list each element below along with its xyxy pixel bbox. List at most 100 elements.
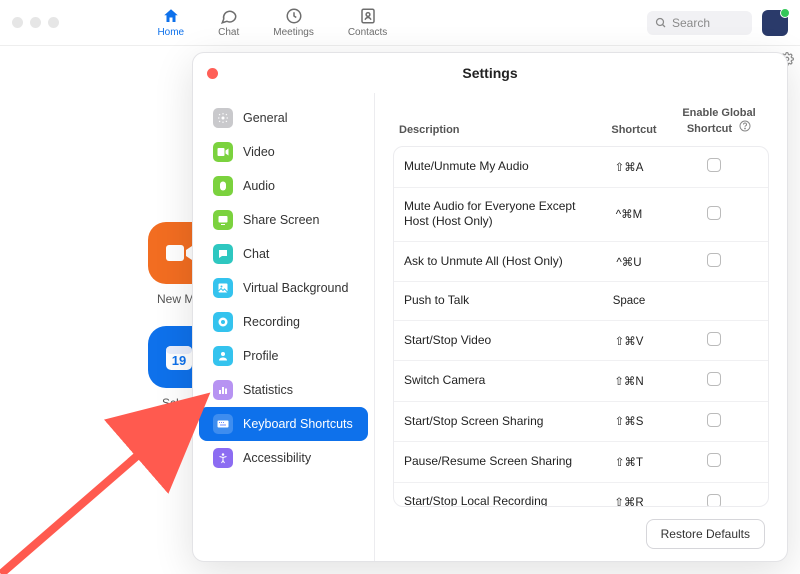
modal-title: Settings xyxy=(193,65,787,81)
sidebar-item-a11y[interactable]: Accessibility xyxy=(199,441,368,475)
sidebar-item-audio[interactable]: Audio xyxy=(199,169,368,203)
shortcut-description: Switch Camera xyxy=(404,373,588,389)
restore-defaults-button[interactable]: Restore Defaults xyxy=(646,519,765,549)
shortcut-enable-cell xyxy=(670,332,758,349)
shortcut-description: Push to Talk xyxy=(404,293,588,309)
shortcut-keys[interactable]: ⇧⌘R xyxy=(588,495,670,507)
app-titlebar: Home Chat Meetings Contacts Search xyxy=(0,0,800,46)
shortcut-keys[interactable]: ^⌘U xyxy=(588,255,670,269)
sidebar-item-profile[interactable]: Profile xyxy=(199,339,368,373)
nav-tab-meetings[interactable]: Meetings xyxy=(273,7,314,38)
sidebar-item-stats[interactable]: Statistics xyxy=(199,373,368,407)
stats-icon xyxy=(213,380,233,400)
window-controls xyxy=(12,17,59,28)
sidebar-item-label: Share Screen xyxy=(243,213,319,227)
sidebar-item-chat[interactable]: Chat xyxy=(199,237,368,271)
nav-tab-label: Contacts xyxy=(348,27,387,38)
nav-tab-home[interactable]: Home xyxy=(157,7,184,38)
table-row: Mute/Unmute My Audio ⇧⌘A xyxy=(394,147,768,187)
nav-tab-label: Meetings xyxy=(273,27,314,38)
shortcut-description: Pause/Resume Screen Sharing xyxy=(404,454,588,470)
rec-icon xyxy=(213,312,233,332)
sidebar-item-label: Virtual Background xyxy=(243,281,348,295)
shortcut-enable-cell xyxy=(670,253,758,270)
sidebar-item-general[interactable]: General xyxy=(199,101,368,135)
general-icon xyxy=(213,108,233,128)
modal-header: Settings xyxy=(193,53,787,93)
table-row: Start/Stop Video ⇧⌘V xyxy=(394,321,768,361)
chat-icon xyxy=(220,7,238,25)
table-row: Ask to Unmute All (Host Only) ^⌘U xyxy=(394,242,768,282)
enable-checkbox[interactable] xyxy=(707,372,721,386)
a11y-icon xyxy=(213,448,233,468)
sidebar-item-vbg[interactable]: Virtual Background xyxy=(199,271,368,305)
shortcut-description: Start/Stop Video xyxy=(404,333,588,349)
shortcut-keys[interactable]: Space xyxy=(588,295,670,307)
shortcut-enable-cell xyxy=(670,453,758,470)
meetings-icon xyxy=(285,7,303,25)
enable-checkbox[interactable] xyxy=(707,253,721,267)
shortcut-keys[interactable]: ⇧⌘A xyxy=(588,160,670,174)
table-row: Mute Audio for Everyone Except Host (Hos… xyxy=(394,188,768,242)
shortcut-keys[interactable]: ^⌘M xyxy=(588,207,670,221)
sidebar-item-label: Keyboard Shortcuts xyxy=(243,417,353,431)
search-icon xyxy=(655,17,667,29)
chat-icon xyxy=(213,244,233,264)
close-dot-icon[interactable] xyxy=(12,17,23,28)
enable-checkbox[interactable] xyxy=(707,332,721,346)
enable-checkbox[interactable] xyxy=(707,413,721,427)
audio-icon xyxy=(213,176,233,196)
shortcut-keys[interactable]: ⇧⌘V xyxy=(588,334,670,348)
sidebar-item-video[interactable]: Video xyxy=(199,135,368,169)
maximize-dot-icon[interactable] xyxy=(48,17,59,28)
nav-tab-chat[interactable]: Chat xyxy=(218,7,239,38)
shortcut-keys[interactable]: ⇧⌘T xyxy=(588,455,670,469)
sidebar-item-label: Recording xyxy=(243,315,300,329)
nav-tab-label: Chat xyxy=(218,27,239,38)
sidebar-item-rec[interactable]: Recording xyxy=(199,305,368,339)
shortcut-description: Mute Audio for Everyone Except Host (Hos… xyxy=(404,199,588,230)
help-icon[interactable] xyxy=(739,120,751,132)
search-placeholder: Search xyxy=(672,16,710,30)
enable-checkbox[interactable] xyxy=(707,453,721,467)
profile-icon xyxy=(213,346,233,366)
sidebar-item-kb[interactable]: Keyboard Shortcuts xyxy=(199,407,368,441)
sidebar-item-label: Video xyxy=(243,145,275,159)
sidebar-item-label: General xyxy=(243,111,287,125)
settings-sidebar: General Video Audio Share Screen Chat Virtual… xyxy=(193,93,375,561)
avatar[interactable] xyxy=(762,10,788,36)
search-input[interactable]: Search xyxy=(647,11,752,35)
settings-content: Description Shortcut Enable Global Short… xyxy=(375,93,787,561)
table-row: Start/Stop Screen Sharing ⇧⌘S xyxy=(394,402,768,442)
table-row: Push to Talk Space xyxy=(394,282,768,321)
table-header: Description Shortcut Enable Global Short… xyxy=(393,103,769,146)
enable-checkbox[interactable] xyxy=(707,206,721,220)
minimize-dot-icon[interactable] xyxy=(30,17,41,28)
nav-tab-contacts[interactable]: Contacts xyxy=(348,7,387,38)
shortcut-keys[interactable]: ⇧⌘N xyxy=(588,374,670,388)
table-row: Switch Camera ⇧⌘N xyxy=(394,361,768,401)
close-icon[interactable] xyxy=(207,68,218,79)
col-enable-global: Enable Global Shortcut xyxy=(675,107,763,136)
main-nav-tabs: Home Chat Meetings Contacts xyxy=(79,7,466,38)
shortcut-description: Start/Stop Screen Sharing xyxy=(404,414,588,430)
settings-modal: Settings General Video Audio Share Screen Ch… xyxy=(192,52,788,562)
svg-text:19: 19 xyxy=(172,353,186,368)
col-shortcut: Shortcut xyxy=(593,124,675,136)
shortcut-enable-cell xyxy=(670,206,758,223)
shortcut-keys[interactable]: ⇧⌘S xyxy=(588,414,670,428)
content-footer: Restore Defaults xyxy=(393,507,769,549)
titlebar-right: Search xyxy=(466,10,788,36)
enable-checkbox[interactable] xyxy=(707,494,721,508)
sidebar-item-label: Profile xyxy=(243,349,278,363)
sidebar-item-share[interactable]: Share Screen xyxy=(199,203,368,237)
home-icon xyxy=(162,7,180,25)
sidebar-item-label: Audio xyxy=(243,179,275,193)
sidebar-item-label: Accessibility xyxy=(243,451,311,465)
contacts-icon xyxy=(359,7,377,25)
shortcut-enable-cell xyxy=(670,413,758,430)
shortcut-table: Mute/Unmute My Audio ⇧⌘A Mute Audio for … xyxy=(393,146,769,507)
table-row: Start/Stop Local Recording ⇧⌘R xyxy=(394,483,768,508)
enable-checkbox[interactable] xyxy=(707,158,721,172)
shortcut-description: Ask to Unmute All (Host Only) xyxy=(404,254,588,270)
